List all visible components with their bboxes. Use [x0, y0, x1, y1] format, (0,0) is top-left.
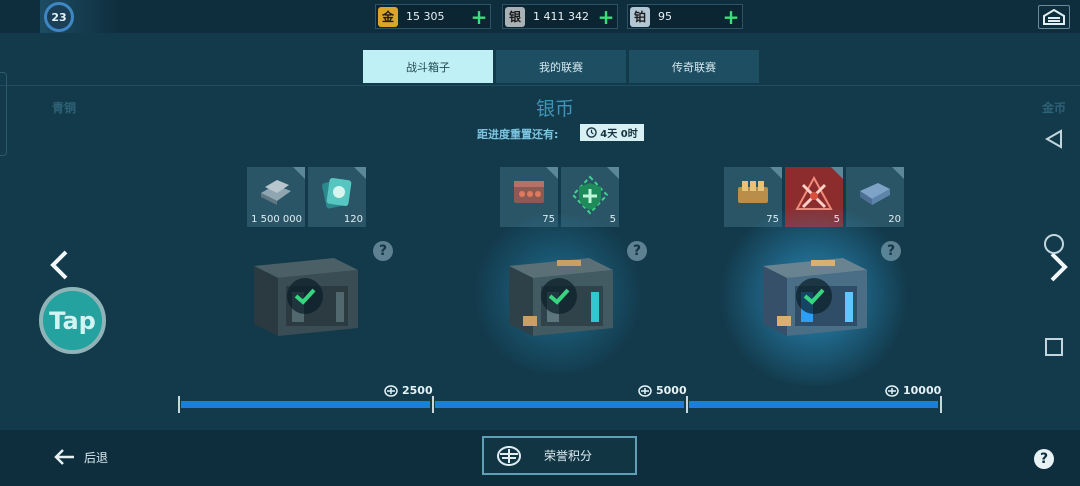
- honor-points-label: 荣誉积分: [544, 449, 593, 463]
- gold-amount: 15 305: [406, 10, 445, 23]
- reward-tile[interactable]: 1 500 000: [247, 167, 305, 227]
- recents-square-icon[interactable]: [1043, 336, 1065, 358]
- gold-ammo-icon: [738, 181, 768, 203]
- milestone-3-points: 10000: [885, 384, 941, 397]
- repair-kit-icon: [571, 175, 609, 215]
- platinum-amount: 95: [658, 10, 672, 23]
- reset-timer: 4天 0时: [580, 124, 644, 141]
- tab-legend-league[interactable]: 传奇联赛: [629, 50, 759, 83]
- card-pack-icon: [322, 177, 352, 209]
- progress-tick: [178, 396, 180, 413]
- progress-segment-3: [689, 401, 938, 408]
- reward-amount: 5: [609, 214, 616, 225]
- honor-points-icon: [885, 384, 899, 397]
- previous-league-arrow-icon[interactable]: [46, 248, 72, 282]
- reset-countdown-label: 距进度重置还有:: [477, 128, 559, 141]
- reward-amount: 20: [888, 214, 901, 225]
- ammo-case-icon: [514, 181, 544, 203]
- box1-rewards: 1 500 000 120: [247, 167, 366, 227]
- milestone-2-points: 5000: [638, 384, 687, 397]
- progress-tick: [686, 396, 688, 413]
- reward-amount: 1 500 000: [251, 214, 302, 225]
- box1-info-button[interactable]: ?: [373, 241, 393, 261]
- back-button[interactable]: 后退: [52, 448, 108, 466]
- help-button[interactable]: ?: [1034, 449, 1054, 469]
- honor-emblem-icon: [497, 445, 521, 466]
- player-level-panel[interactable]: 23: [40, 0, 120, 33]
- back-triangle-icon[interactable]: [1043, 128, 1065, 150]
- box3-completed-check: [796, 278, 832, 314]
- tab-my-league[interactable]: 我的联赛: [496, 50, 626, 83]
- milestone-1-points: 2500: [384, 384, 433, 397]
- box1-completed-check: [287, 278, 323, 314]
- garage-button[interactable]: [1038, 5, 1070, 29]
- check-icon: [548, 288, 570, 305]
- silver-icon: 银: [505, 6, 525, 27]
- reward-amount: 120: [343, 214, 363, 225]
- box2-completed-check: [541, 278, 577, 314]
- back-arrow-icon: [54, 449, 74, 465]
- honor-points-icon: [638, 384, 652, 397]
- home-circle-icon[interactable]: [1042, 232, 1066, 256]
- progress-segment-1: [181, 401, 430, 408]
- progress-tick: [940, 396, 942, 413]
- add-silver-button[interactable]: +: [595, 7, 617, 27]
- check-icon: [294, 288, 316, 305]
- reset-timer-value: 4天 0时: [600, 129, 638, 140]
- honor-points-button[interactable]: 荣誉积分: [482, 436, 637, 475]
- tap-overlay-button[interactable]: Tap: [39, 287, 106, 354]
- platinum-icon: 铂: [630, 6, 650, 27]
- add-platinum-button[interactable]: +: [720, 7, 742, 27]
- reward-tile[interactable]: 120: [308, 167, 366, 227]
- check-icon: [803, 288, 825, 305]
- clock-icon: [586, 127, 598, 138]
- back-label: 后退: [84, 450, 109, 465]
- player-level-badge: 23: [44, 2, 74, 32]
- tab-battle-boxes[interactable]: 战斗箱子: [363, 50, 493, 83]
- progress-segment-2: [435, 401, 684, 408]
- garage-icon: [1043, 9, 1065, 25]
- tab-divider: [0, 85, 1080, 86]
- progress-tick: [432, 396, 434, 413]
- silver-amount: 1 411 342: [533, 10, 589, 23]
- add-gold-button[interactable]: +: [468, 7, 490, 27]
- currency-silver: 银 1 411 342 +: [502, 4, 618, 29]
- tab-bar: 战斗箱子 我的联赛 传奇联赛: [363, 50, 759, 83]
- blue-chip-icon: [860, 183, 890, 205]
- silver-coins-icon: [261, 180, 291, 205]
- currency-platinum: 铂 95 +: [627, 4, 743, 29]
- gold-icon: 金: [378, 6, 398, 27]
- current-league-title: 银币: [535, 98, 574, 120]
- honor-points-icon: [384, 384, 398, 397]
- currency-gold: 金 15 305 +: [375, 4, 491, 29]
